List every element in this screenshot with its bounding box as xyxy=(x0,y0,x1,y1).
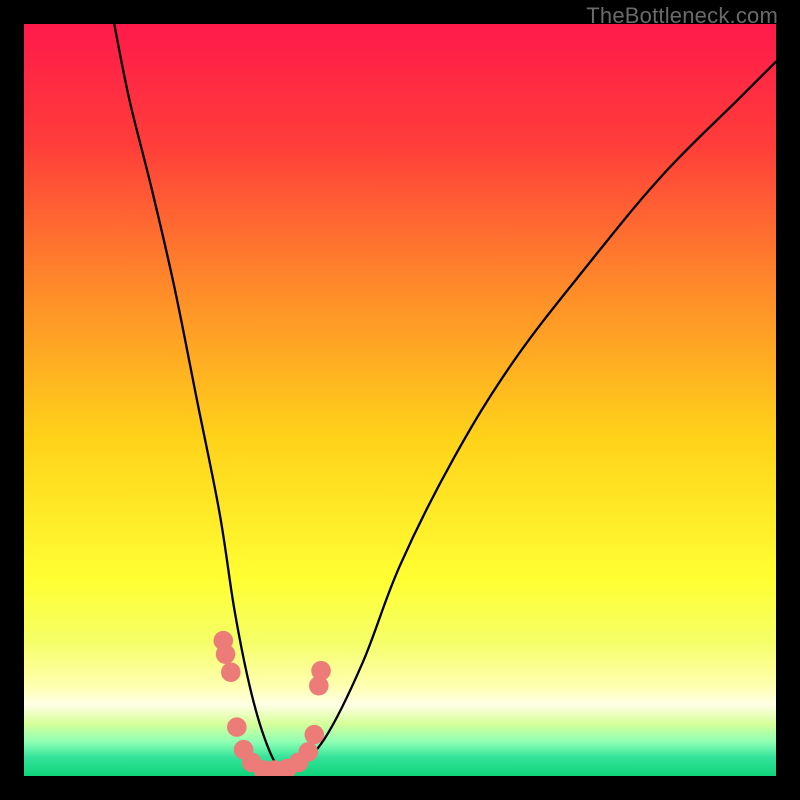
watermark-text: TheBottleneck.com xyxy=(586,3,778,29)
data-point xyxy=(304,725,324,745)
data-point xyxy=(221,662,241,682)
data-point xyxy=(216,644,236,664)
plot-area xyxy=(24,24,776,776)
data-point xyxy=(311,661,331,681)
bottleneck-chart xyxy=(24,24,776,776)
gradient-background xyxy=(24,24,776,776)
chart-frame: TheBottleneck.com xyxy=(0,0,800,800)
data-point xyxy=(298,742,318,762)
data-point xyxy=(227,717,247,737)
